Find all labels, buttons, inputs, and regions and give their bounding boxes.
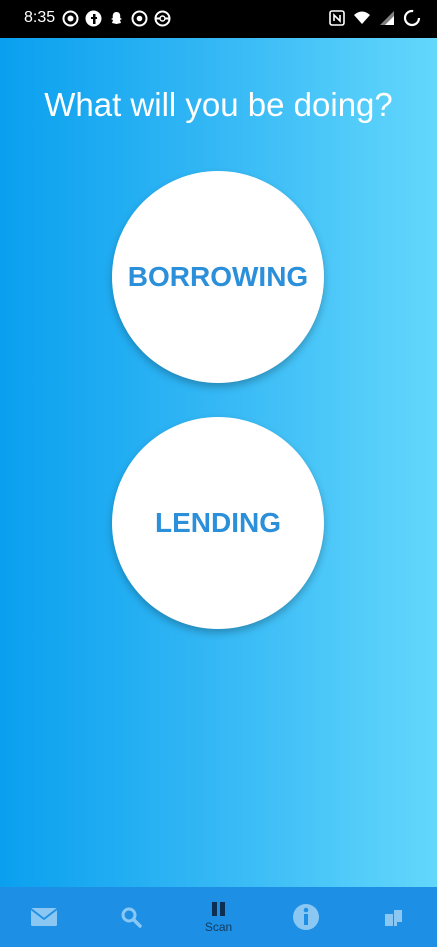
nav-item-scan[interactable]: Scan [175,887,262,947]
search-icon [121,907,142,928]
profile-icon [385,910,403,926]
nav-label-scan: Scan [204,920,233,934]
page-title: What will you be doing? [44,86,393,123]
nav-item-mail[interactable] [0,887,87,947]
nav-item-info[interactable] [262,887,349,947]
system-icons [329,9,421,27]
info-icon [292,904,319,930]
status-time: 8:35 [24,9,56,26]
snapchat-icon [111,12,122,24]
nfc-icon [329,10,345,26]
nav-item-search[interactable] [87,887,174,947]
notification-icons [62,10,171,27]
status-bar: 8:35 [0,0,437,38]
whatsapp-icon [62,10,79,27]
pokeball-icon [154,10,171,27]
chrome-icon [131,10,148,27]
battery-icon [403,9,421,27]
barcode-icon [211,902,225,916]
mail-icon [30,908,58,926]
lending-button[interactable]: LENDING [112,417,324,629]
nav-item-profile[interactable] [350,887,437,947]
wifi-icon [354,11,370,24]
signal-icon [380,11,394,25]
bottom-nav: Scan [0,887,437,947]
main-content: What will you be doing? BORROWING LENDIN… [0,38,437,887]
borrowing-button[interactable]: BORROWING [112,171,324,383]
facebook-icon [85,10,102,27]
